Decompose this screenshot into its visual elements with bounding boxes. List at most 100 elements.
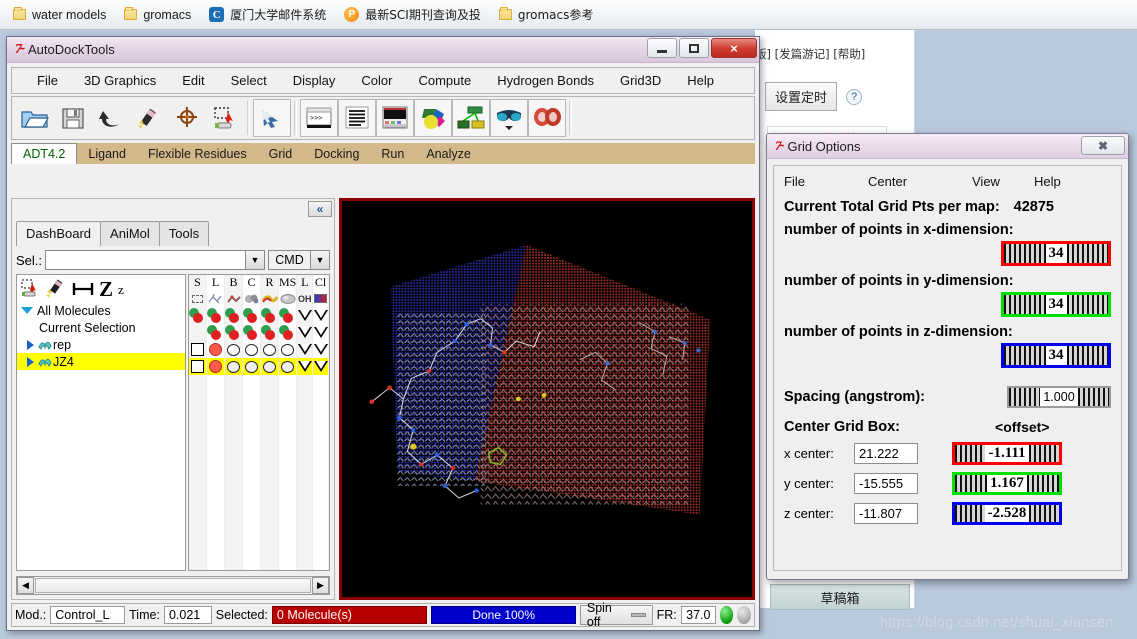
select-icon[interactable] [20,279,40,299]
tab-flexible-residues[interactable]: Flexible Residues [137,143,258,164]
matrix-cell[interactable] [243,341,260,358]
adt-title-bar[interactable]: 7̴̵ AutoDockTools × [7,37,759,63]
x-dimension-slider[interactable]: 34 [1001,241,1111,266]
z-dimension-slider[interactable]: 34 [1001,343,1111,368]
y-center-input[interactable]: -15.555 [854,473,918,494]
bookmark-item[interactable]: water models [4,4,115,26]
bookmark-item[interactable]: gromacs [115,4,200,26]
matrix-cell[interactable] [279,307,296,324]
python-shell-icon[interactable]: >>> [300,99,338,137]
matrix-cell[interactable] [313,307,328,324]
minimize-button[interactable] [647,38,677,58]
tree-nodes-icon[interactable] [452,99,490,137]
scroll-left-arrow-icon[interactable]: ◀ [17,577,34,594]
matrix-cell[interactable] [243,324,260,341]
scroll-right-arrow-icon[interactable]: ▶ [312,577,329,594]
matrix-cell[interactable] [207,341,224,358]
zoom-z-small-icon[interactable]: z [118,283,124,296]
menu-help[interactable]: Help [674,70,727,91]
surface-render-icon[interactable] [528,99,566,137]
matrix-cell[interactable] [225,358,242,375]
bookmark-item[interactable]: P 最新SCI期刊查询及投 [335,4,490,26]
menu-grid3d[interactable]: Grid3D [607,70,674,91]
matrix-cell[interactable] [225,341,242,358]
help-icon[interactable]: ? [846,88,863,105]
menu-hydrogen-bonds[interactable]: Hydrogen Bonds [484,70,607,91]
scrollbar-thumb[interactable] [35,578,311,593]
matrix-cell[interactable] [279,324,296,341]
matrix-cell[interactable] [261,341,278,358]
z-center-input[interactable]: -11.807 [854,503,918,524]
menu-compute[interactable]: Compute [405,70,484,91]
bookmark-item[interactable]: C 厦门大学邮件系统 [200,4,335,26]
crosshair-target-icon[interactable] [168,99,206,137]
matrix-cell[interactable] [207,307,224,324]
tree-row-current-selection[interactable]: Current Selection [17,319,185,336]
go-menu-view[interactable]: View [972,174,1034,189]
matrix-cell[interactable] [297,307,312,324]
tab-adt42[interactable]: ADT4.2 [11,143,78,164]
matrix-cell[interactable] [279,358,297,375]
menu-color[interactable]: Color [348,70,405,91]
bookmark-item[interactable]: gromacs参考 [490,4,603,26]
close-button[interactable]: × [711,38,757,58]
tab-docking[interactable]: Docking [303,143,370,164]
select-drag-icon[interactable] [206,99,244,137]
menu-file[interactable]: File [24,70,71,91]
collapse-left-icon[interactable]: « [308,201,332,217]
matrix-cell[interactable] [261,324,278,341]
matrix-cell[interactable] [297,358,313,375]
tab-ligand[interactable]: Ligand [77,143,137,164]
color-palette-icon[interactable] [414,99,452,137]
matrix-cell[interactable] [207,324,224,341]
tree-row-all-molecules[interactable]: All Molecules [17,302,185,319]
horizontal-scrollbar[interactable]: ◀ ▶ [16,576,330,595]
menu-3d-graphics[interactable]: 3D Graphics [71,70,169,91]
draft-box-button[interactable]: 草稿箱 [770,584,910,610]
menu-select[interactable]: Select [218,70,280,91]
tab-animol[interactable]: AniMol [100,221,160,246]
matrix-cell[interactable] [189,358,206,375]
cmd-dropdown-chevron-down-icon[interactable]: ▼ [310,250,330,270]
sel-input[interactable] [45,250,245,270]
tab-run[interactable]: Run [370,143,415,164]
y-offset-slider[interactable]: 1.167 [952,472,1062,495]
sel-dropdown-chevron-down-icon[interactable]: ▼ [245,250,265,270]
tree-row-rep[interactable]: rep [17,336,185,353]
pointer-hand-icon[interactable] [253,99,291,137]
tab-analyze[interactable]: Analyze [415,143,481,164]
display-window-icon[interactable] [376,99,414,137]
tree-row-jz4[interactable]: JZ4 [17,353,185,370]
x-center-input[interactable]: 21.222 [854,443,918,464]
go-menu-help[interactable]: Help [1034,174,1061,189]
open-folder-icon[interactable] [16,99,54,137]
led-green-icon[interactable] [719,606,734,624]
y-dimension-slider[interactable]: 34 [1001,292,1111,317]
zoom-Z-icon[interactable]: Z [99,278,113,300]
molecular-3d-viewport[interactable] [339,198,755,600]
menu-display[interactable]: Display [280,70,349,91]
menu-edit[interactable]: Edit [169,70,217,91]
matrix-cell[interactable] [243,358,260,375]
matrix-cell[interactable] [279,341,296,358]
matrix-cell[interactable] [189,324,206,341]
text-lines-icon[interactable] [338,99,376,137]
triangle-right-icon[interactable] [27,356,34,367]
matrix-cell[interactable] [313,324,328,341]
maximize-button[interactable] [679,38,709,58]
spin-handle-icon[interactable] [631,613,646,617]
matrix-cell[interactable] [207,358,224,375]
grid-options-title-bar[interactable]: 7̴̵ Grid Options ✖ [767,134,1128,159]
matrix-cell[interactable] [189,307,206,324]
matrix-cell[interactable] [189,341,206,358]
x-offset-slider[interactable]: -1.111 [952,442,1062,465]
save-disk-icon[interactable] [54,99,92,137]
undo-arrow-icon[interactable] [92,99,130,137]
matrix-cell[interactable] [297,324,312,341]
matrix-cell[interactable] [261,358,278,375]
triangle-down-icon[interactable] [21,307,33,314]
go-menu-file[interactable]: File [784,174,868,189]
tab-dashboard[interactable]: DashBoard [16,221,102,246]
matrix-cell[interactable] [313,358,328,375]
triangle-right-icon[interactable] [27,339,34,350]
